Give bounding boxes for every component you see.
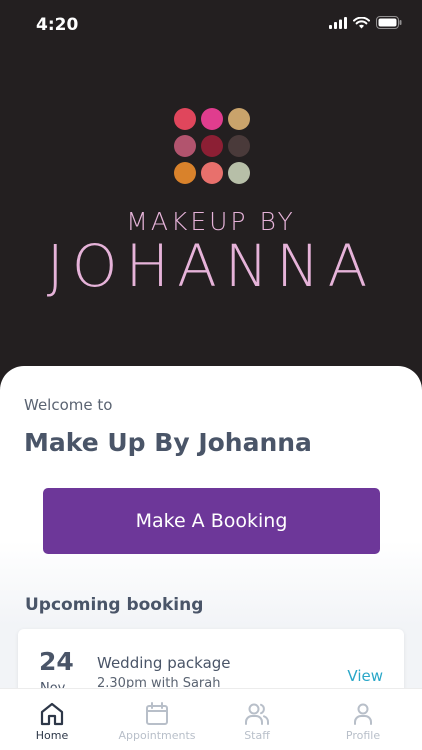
logo-dot xyxy=(201,162,223,184)
tab-home-label: Home xyxy=(35,729,69,742)
booking-title: Wedding package xyxy=(97,654,231,672)
status-icons xyxy=(329,16,402,29)
logo-dot xyxy=(228,135,250,157)
calendar-icon xyxy=(146,702,168,725)
tab-appointments-label: Appointments xyxy=(118,729,196,742)
logo-dot xyxy=(174,108,196,130)
logo-dot xyxy=(201,135,223,157)
logo-dot xyxy=(228,108,250,130)
logo-dot xyxy=(174,135,196,157)
home-icon xyxy=(40,702,64,726)
status-time: 4:20 xyxy=(36,15,79,35)
tab-appointments[interactable]: Appointments xyxy=(107,689,207,750)
view-booking-link[interactable]: View xyxy=(347,667,383,685)
hero-banner: MAKEUP BY JOHANNA xyxy=(0,0,422,380)
signal-icon xyxy=(329,16,347,29)
logo-dots xyxy=(174,108,254,188)
booking-day: 24 xyxy=(39,647,74,676)
logo-dot xyxy=(228,162,250,184)
logo-dot xyxy=(201,108,223,130)
make-booking-button[interactable]: Make A Booking xyxy=(43,488,380,554)
tab-staff[interactable]: Staff xyxy=(207,689,307,750)
logo-dot xyxy=(174,162,196,184)
status-bar: 4:20 xyxy=(0,0,422,50)
battery-icon xyxy=(376,16,402,29)
welcome-label: Welcome to xyxy=(24,396,113,414)
upcoming-title: Upcoming booking xyxy=(25,595,204,615)
user-icon xyxy=(354,703,372,725)
tab-home[interactable]: Home xyxy=(2,689,102,750)
logo-text-bottom: JOHANNA xyxy=(46,232,376,300)
business-name: Make Up By Johanna xyxy=(24,428,312,457)
tab-profile-label: Profile xyxy=(345,729,381,742)
tab-profile[interactable]: Profile xyxy=(313,689,413,750)
tab-staff-label: Staff xyxy=(244,729,270,742)
tab-bar: Home Appointments Staff Profile xyxy=(0,688,422,750)
users-icon xyxy=(245,703,270,725)
wifi-icon xyxy=(353,16,370,28)
